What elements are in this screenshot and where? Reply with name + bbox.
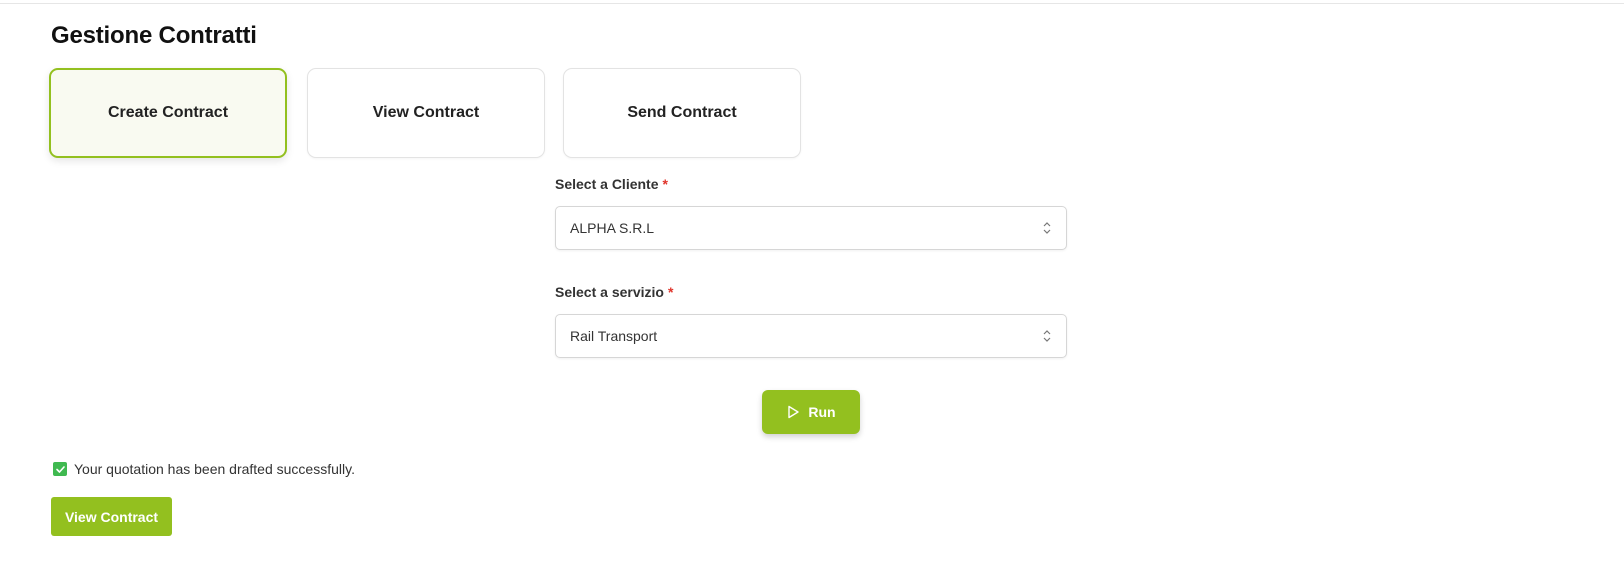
tab-label: Send Contract	[627, 104, 737, 121]
play-icon	[788, 405, 800, 419]
servizio-select-value: Rail Transport	[570, 328, 658, 344]
cliente-select-value: ALPHA S.R.L	[570, 220, 655, 236]
servizio-select[interactable]: Rail Transport	[555, 314, 1067, 358]
checkbox-checked-icon	[53, 462, 67, 476]
page-title: Gestione Contratti	[51, 22, 257, 49]
view-contract-button[interactable]: View Contract	[51, 497, 172, 536]
tab-view-contract[interactable]: View Contract	[307, 68, 545, 158]
status-text: Your quotation has been drafted successf…	[74, 461, 355, 477]
tab-create-contract[interactable]: Create Contract	[49, 68, 287, 158]
status-message: Your quotation has been drafted successf…	[53, 461, 355, 477]
chevron-updown-icon	[1043, 330, 1051, 342]
view-contract-button-label: View Contract	[64, 508, 159, 525]
run-button-label: Run	[808, 404, 836, 420]
top-divider	[0, 3, 1624, 4]
required-mark: *	[667, 284, 674, 300]
required-mark: *	[662, 176, 668, 192]
tab-send-contract[interactable]: Send Contract	[563, 68, 801, 158]
chevron-updown-icon	[1043, 222, 1051, 234]
run-button[interactable]: Run	[762, 390, 860, 434]
tab-label: View Contract	[372, 104, 480, 121]
cliente-select[interactable]: ALPHA S.R.L	[555, 206, 1067, 250]
servizio-label: Select a servizio *	[555, 284, 674, 300]
cliente-label: Select a Cliente *	[555, 176, 668, 192]
tab-label: Create Contract	[107, 104, 229, 121]
